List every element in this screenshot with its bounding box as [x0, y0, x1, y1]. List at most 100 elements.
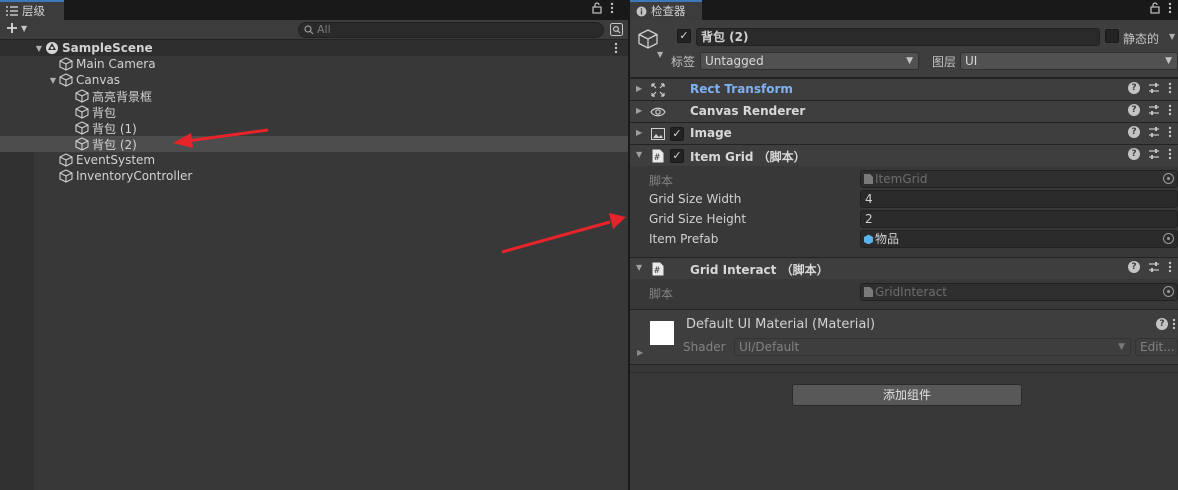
help-icon[interactable]: ?: [1128, 148, 1140, 160]
tab-inspector[interactable]: 检查器: [630, 0, 702, 20]
component-name: Item Grid （脚本）: [690, 150, 806, 164]
icon-dropdown-arrow-icon[interactable]: ▼: [657, 50, 663, 59]
static-dropdown-arrow-icon[interactable]: ▼: [1169, 32, 1175, 41]
info-icon: [636, 6, 647, 16]
object-name-field[interactable]: 背包 (2): [696, 28, 1100, 46]
more-menu-icon[interactable]: [1168, 2, 1172, 17]
grid-size-height-label: Grid Size Height: [649, 212, 747, 226]
help-icon[interactable]: ?: [1128, 126, 1140, 138]
collapse-triangle-icon[interactable]: ▶: [636, 84, 642, 93]
collapse-triangle-icon[interactable]: ▶: [637, 348, 643, 357]
item-prefab-label: Item Prefab: [649, 232, 719, 246]
component-grid-interact[interactable]: ▼ # Grid Interact （脚本） ?: [630, 257, 1178, 279]
collapse-triangle-icon[interactable]: ▶: [636, 128, 642, 137]
help-icon[interactable]: ?: [1156, 318, 1168, 330]
shader-dropdown-value: UI/Default: [739, 340, 800, 354]
component-enabled-checkbox[interactable]: ✓: [670, 149, 684, 163]
preset-sliders-icon[interactable]: [1148, 82, 1160, 97]
shader-edit-button[interactable]: Edit...: [1135, 338, 1178, 356]
grid-size-width-field[interactable]: 4: [860, 190, 1178, 208]
expand-triangle-icon[interactable]: ▼: [636, 150, 642, 159]
more-menu-icon[interactable]: [610, 2, 614, 17]
material-name: Default UI Material (Material): [686, 317, 876, 332]
expand-triangle-icon[interactable]: ▼: [636, 263, 642, 272]
material-preview-thumbnail[interactable]: [650, 321, 674, 345]
expand-triangle-icon[interactable]: ▼: [34, 44, 44, 53]
component-enabled-checkbox[interactable]: ✓: [670, 127, 684, 141]
item-prefab-field[interactable]: 物品: [860, 230, 1178, 248]
component-rect-transform[interactable]: ▶ Rect Transform ?: [630, 78, 1178, 100]
object-picker-icon[interactable]: [1163, 233, 1174, 244]
lock-icon[interactable]: [1150, 2, 1160, 17]
expand-triangle-icon[interactable]: ▼: [48, 76, 58, 85]
component-menu-icon[interactable]: [1168, 104, 1172, 119]
component-name: Grid Interact （脚本）: [690, 263, 829, 277]
help-icon[interactable]: ?: [1128, 82, 1140, 94]
material-menu-icon[interactable]: [1172, 318, 1176, 333]
tab-inspector-label: 检查器: [651, 4, 686, 18]
search-icon: [304, 25, 314, 35]
scene-menu-icon[interactable]: [614, 42, 618, 57]
add-component-button[interactable]: 添加组件: [792, 384, 1022, 406]
hierarchy-item-backpack[interactable]: 背包: [0, 104, 628, 120]
static-checkbox[interactable]: [1105, 29, 1119, 43]
hierarchy-item-backpack-2-selected[interactable]: 背包 (2): [0, 136, 628, 152]
component-item-grid[interactable]: ▼ # ✓ Item Grid （脚本） ?: [630, 144, 1178, 166]
separator: [630, 372, 1178, 373]
plus-icon: [7, 23, 17, 33]
tag-dropdown[interactable]: Untagged ▼: [700, 52, 919, 70]
preset-sliders-icon[interactable]: [1148, 148, 1160, 163]
gameobject-cube-icon: [74, 120, 90, 136]
item-grid-script-field: ItemGrid: [860, 170, 1178, 188]
component-menu-icon[interactable]: [1168, 82, 1172, 97]
hierarchy-item-backpack-1[interactable]: 背包 (1): [0, 120, 628, 136]
inspector-tabbar: 检查器: [630, 0, 1178, 20]
tab-hierarchy[interactable]: 层级: [0, 0, 64, 20]
tab-hierarchy-label: 层级: [22, 4, 45, 18]
shader-dropdown[interactable]: UI/Default ▼: [734, 338, 1131, 356]
active-checkbox[interactable]: ✓: [677, 29, 691, 43]
lock-icon[interactable]: [592, 2, 602, 17]
component-menu-icon[interactable]: [1168, 261, 1172, 276]
layer-dropdown[interactable]: UI ▼: [960, 52, 1178, 70]
gameobject-cube-icon: [74, 104, 90, 120]
object-picker-icon: [1163, 173, 1174, 184]
hierarchy-scene-row[interactable]: ▼ SampleScene: [0, 40, 628, 56]
create-dropdown-button[interactable]: ▼: [6, 22, 27, 34]
shader-label: Shader: [683, 340, 726, 354]
grid-interact-script-field: GridInteract: [860, 283, 1178, 301]
preset-sliders-icon[interactable]: [1148, 126, 1160, 141]
component-name: Rect Transform: [690, 82, 793, 96]
component-canvas-renderer[interactable]: ▶ Canvas Renderer ?: [630, 100, 1178, 122]
chevron-down-icon: ▼: [1165, 56, 1172, 66]
image-icon: [650, 126, 666, 142]
gameobject-cube-icon: [58, 152, 74, 168]
layer-label: 图层: [932, 55, 957, 69]
help-icon[interactable]: ?: [1128, 261, 1140, 273]
hierarchy-item-eventsystem[interactable]: EventSystem: [0, 152, 628, 168]
hierarchy-item-inventorycontroller[interactable]: InventoryController: [0, 168, 628, 184]
hierarchy-panel: 层级 ▼ All ▼ SampleScene Main Camera ▼ Can…: [0, 0, 628, 490]
rect-transform-icon: [650, 82, 666, 98]
component-menu-icon[interactable]: [1168, 148, 1172, 163]
help-icon[interactable]: ?: [1128, 104, 1140, 116]
prefab-icon: [864, 234, 873, 244]
grid-size-height-field[interactable]: 2: [860, 210, 1178, 228]
hierarchy-item-label: EventSystem: [76, 153, 156, 167]
gameobject-cube-icon[interactable]: [637, 28, 659, 53]
hierarchy-search-input[interactable]: All: [298, 22, 604, 38]
item-grid-script-label: 脚本: [649, 174, 674, 188]
hierarchy-item-canvas[interactable]: ▼ Canvas: [0, 72, 628, 88]
search-by-type-icon[interactable]: [610, 23, 623, 39]
hierarchy-item-main-camera[interactable]: Main Camera: [0, 56, 628, 72]
collapse-triangle-icon[interactable]: ▶: [636, 106, 642, 115]
preset-sliders-icon[interactable]: [1148, 261, 1160, 276]
preset-sliders-icon[interactable]: [1148, 104, 1160, 119]
component-menu-icon[interactable]: [1168, 126, 1172, 141]
tag-label: 标签: [671, 55, 696, 69]
component-image[interactable]: ▶ ✓ Image ?: [630, 122, 1178, 144]
script-file-icon: [864, 287, 873, 297]
tag-dropdown-value: Untagged: [705, 54, 764, 68]
hierarchy-item-highlight-frame[interactable]: 高亮背景框: [0, 88, 628, 104]
hierarchy-item-label: 背包 (2): [92, 137, 137, 152]
